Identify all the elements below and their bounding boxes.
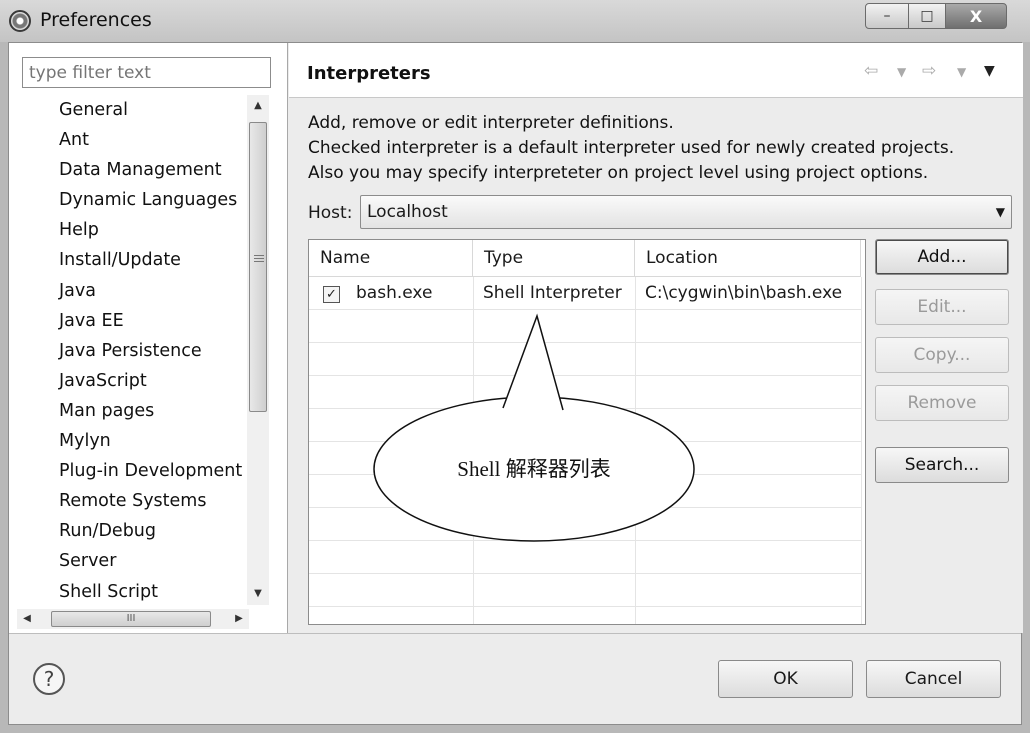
tree-item[interactable]: Install/Update [9, 245, 247, 275]
forward-arrow-icon[interactable]: ⇨ [922, 61, 936, 81]
back-menu-chevron-icon[interactable]: ▼ [897, 65, 906, 79]
tree-item[interactable]: Server [9, 546, 247, 576]
help-icon[interactable]: ? [33, 663, 65, 695]
description-line: Add, remove or edit interpreter definiti… [308, 113, 674, 133]
tree-item[interactable]: Data Management [9, 155, 247, 185]
preferences-nav-pane: GeneralAntData ManagementDynamic Languag… [9, 43, 288, 633]
filter-input[interactable] [22, 57, 271, 88]
annotation-callout: Shell 解释器列表 [373, 313, 695, 542]
column-header-location[interactable]: Location [635, 240, 861, 277]
dialog-body: GeneralAntData ManagementDynamic Languag… [8, 42, 1023, 725]
empty-table-row [309, 541, 861, 574]
ok-button[interactable]: OK [718, 660, 853, 698]
column-header-type[interactable]: Type [473, 240, 635, 277]
add-button[interactable]: Add... [875, 239, 1009, 275]
search-button[interactable]: Search... [875, 447, 1009, 483]
interpreters-page: Interpreters ⇦ ▼ ⇨ ▼ ▼ Add, remove or ed… [289, 43, 1023, 633]
callout-text: Shell 解释器列表 [457, 457, 610, 481]
tree-item[interactable]: Shell Script [9, 577, 247, 606]
forward-menu-chevron-icon[interactable]: ▼ [957, 65, 966, 79]
tree-item[interactable]: Plug-in Development [9, 456, 247, 486]
tree-item[interactable]: Man pages [9, 396, 247, 426]
host-select-value: Localhost [367, 202, 448, 222]
minimize-icon: – [883, 8, 891, 24]
tree-vertical-scrollbar[interactable]: ▲ ▼ [247, 95, 269, 605]
tree-item[interactable]: Java Persistence [9, 336, 247, 366]
preferences-tree: General Ant Data Management Dynamic Languag… [9, 95, 247, 605]
scroll-grip-icon [254, 255, 264, 262]
copy-button[interactable]: Copy... [875, 337, 1009, 373]
scroll-down-arrow-icon[interactable]: ▼ [247, 583, 269, 605]
description-line: Also you may specify interpreteter on pr… [308, 163, 929, 183]
preferences-app-icon [9, 10, 31, 32]
tree-item[interactable]: Mylyn [9, 426, 247, 456]
tree-item[interactable]: Dynamic Languages [9, 185, 247, 215]
scroll-right-arrow-icon[interactable]: ▶ [229, 609, 249, 629]
tree-item[interactable]: Java [9, 276, 247, 306]
maximize-icon: □ [920, 8, 934, 24]
tree-item[interactable]: JavaScript [9, 366, 247, 396]
empty-table-row [309, 607, 861, 624]
maximize-button[interactable]: □ [908, 3, 946, 29]
scroll-up-arrow-icon[interactable]: ▲ [247, 95, 269, 117]
scroll-grip-icon: III [126, 613, 136, 624]
empty-table-row [309, 574, 861, 607]
close-button[interactable]: X [945, 3, 1007, 29]
back-arrow-icon[interactable]: ⇦ [864, 61, 878, 81]
host-select[interactable]: Localhost ▼ [360, 195, 1012, 229]
edit-button[interactable]: Edit... [875, 289, 1009, 325]
window-title: Preferences [40, 9, 152, 31]
close-icon: X [969, 6, 983, 26]
column-header-name[interactable]: Name [309, 240, 473, 277]
page-header: Interpreters ⇦ ▼ ⇨ ▼ ▼ [289, 43, 1023, 98]
dropdown-arrow-icon: ▼ [995, 205, 1005, 219]
cancel-button[interactable]: Cancel [866, 660, 1001, 698]
remove-button[interactable]: Remove [875, 385, 1009, 421]
tree-item[interactable]: Java EE [9, 306, 247, 336]
table-header: Name Type Location [309, 240, 861, 277]
view-menu-chevron-icon[interactable]: ▼ [984, 63, 995, 79]
vertical-scroll-thumb[interactable] [249, 122, 267, 412]
host-label: Host: [308, 203, 353, 223]
minimize-button[interactable]: – [865, 3, 909, 29]
description-line: Checked interpreter is a default interpr… [308, 138, 955, 158]
tree-item[interactable]: Help [9, 215, 247, 245]
tree-item[interactable]: Run/Debug [9, 516, 247, 546]
column-divider [861, 277, 862, 624]
page-title: Interpreters [307, 63, 431, 84]
tree-item[interactable]: Ant [9, 125, 247, 155]
default-interpreter-checkbox[interactable]: ✓ [323, 286, 340, 303]
tree-item[interactable]: General [9, 95, 247, 125]
horizontal-scroll-thumb[interactable]: III [51, 611, 211, 627]
footer-divider [9, 633, 1021, 634]
tree-item[interactable]: Remote Systems [9, 486, 247, 516]
tree-horizontal-scrollbar[interactable]: ◀ III ▶ [17, 609, 249, 629]
title-bar: Preferences – □ X [0, 0, 1030, 42]
scroll-left-arrow-icon[interactable]: ◀ [17, 609, 37, 629]
